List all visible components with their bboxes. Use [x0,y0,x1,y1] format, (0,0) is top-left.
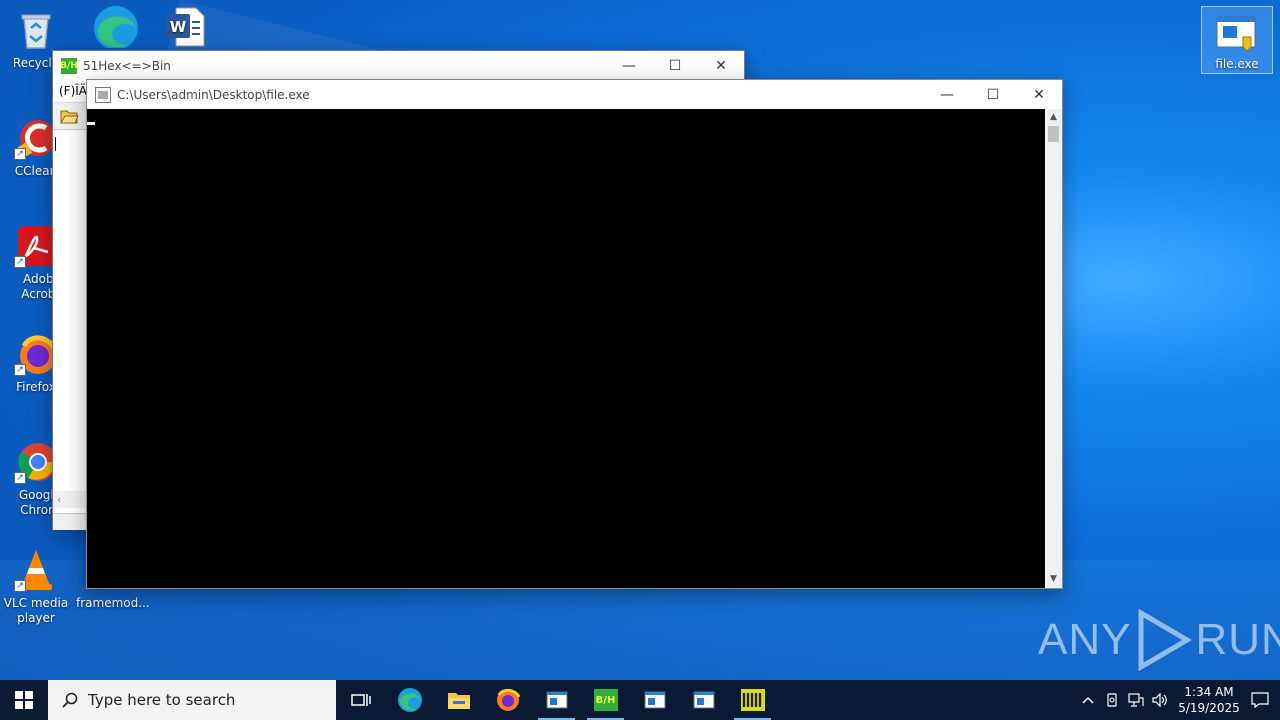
play-logo-icon [1138,609,1193,671]
console-app-icon [95,86,111,103]
search-placeholder: Type here to search [88,691,236,709]
vertical-scrollbar[interactable]: ▲ ▼ [1045,109,1062,588]
network-icon[interactable] [1124,680,1148,720]
shortcut-arrow-icon: ↗ [14,256,26,268]
recycle-bin-icon [14,8,58,52]
clock-time: 1:34 AM [1184,685,1234,699]
taskbar-app-window-2[interactable] [630,680,679,720]
desktop-icon-edge[interactable] [76,4,148,52]
hex-window-title: 51Hex<=>Bin [83,58,171,73]
watermark-text-left: ANY [1038,615,1132,664]
text-caret [55,137,56,151]
minimize-button[interactable]: — [924,80,970,109]
desktop-icon-label: framemod... [76,596,150,610]
close-button[interactable]: ✕ [698,51,744,80]
shortcut-arrow-icon: ↗ [14,148,26,160]
console-titlebar[interactable]: C:\Users\admin\Desktop\file.exe — ☐ ✕ [87,80,1062,109]
taskbar-search-box[interactable]: Type here to search [48,680,336,720]
hex-app-icon: B/H [593,689,618,711]
device-icon[interactable] [1100,680,1124,720]
notification-icon[interactable] [1240,680,1280,720]
edge-icon [397,688,422,712]
minimize-button[interactable]: — [606,51,652,80]
scroll-down-arrow-icon[interactable]: ▼ [1045,571,1062,588]
anyrun-watermark: ANY RUN [1038,608,1280,672]
menu-file[interactable]: (F)ÎÄ [59,84,87,98]
console-app-icon [740,689,765,711]
taskbar-clock[interactable]: 1:34 AM 5/19/2025 [1178,684,1240,716]
word-icon: W [162,4,206,48]
console-output-area[interactable] [87,109,1046,588]
maximize-button[interactable]: ☐ [970,80,1016,109]
vlc-icon: ↗ [14,548,58,592]
desktop-icon-vlc[interactable]: ↗ VLC media player [0,548,72,626]
taskbar-app-console[interactable] [728,680,777,720]
console-window: C:\Users\admin\Desktop\file.exe — ☐ ✕ ▲ … [86,79,1063,589]
desktop-icon-label: file.exe [1215,57,1259,71]
close-button[interactable]: ✕ [1016,80,1062,109]
hex-window-titlebar[interactable]: B/H 51Hex<=>Bin — ☐ ✕ [53,51,744,80]
window-app-icon [546,691,567,709]
volume-icon[interactable] [1148,680,1172,720]
chevron-up-icon[interactable] [1076,680,1100,720]
folder-icon [447,693,470,709]
desktop-icon-word[interactable]: W [148,4,220,52]
watermark-text-right: RUN [1195,615,1280,664]
taskbar-firefox[interactable] [483,680,532,720]
open-folder-icon[interactable] [59,107,79,125]
windows-logo-icon [15,691,33,709]
scroll-up-arrow-icon[interactable]: ▲ [1045,109,1062,126]
hex-app-icon-text: B/H [60,60,78,71]
console-window-title: C:\Users\admin\Desktop\file.exe [117,87,310,102]
firefox-icon [496,688,520,711]
search-icon [62,692,78,708]
taskbar-app-window-1[interactable] [532,680,581,720]
window-app-icon [644,691,665,709]
exe-file-icon [1215,13,1259,53]
hex-app-icon: B/H [60,57,78,74]
desktop-icon-file-exe[interactable]: file.exe [1201,6,1273,74]
scrollbar-thumb[interactable] [1048,126,1059,142]
shortcut-arrow-icon: ↗ [14,472,26,484]
console-cursor [87,122,95,125]
taskbar: Type here to search B/H 1:34 AM 5/19/202… [0,680,1280,720]
window-app-icon [693,691,714,709]
taskbar-hex-bin[interactable]: B/H [581,680,630,720]
clock-date: 5/19/2025 [1178,701,1240,715]
taskbar-app-window-3[interactable] [679,680,728,720]
task-view-button[interactable] [336,680,385,720]
task-view-icon [350,694,371,706]
hex-app-icon-text: B/H [595,694,616,706]
maximize-button[interactable]: ☐ [652,51,698,80]
shortcut-arrow-icon: ↗ [14,580,26,592]
start-button[interactable] [0,680,48,720]
taskbar-edge[interactable] [385,680,434,720]
shortcut-arrow-icon: ↗ [14,364,26,376]
svg-text:W: W [170,18,187,36]
system-tray: 1:34 AM 5/19/2025 [1076,680,1280,720]
horizontal-scrollbar[interactable]: ‹ [53,491,87,508]
edge-icon [90,4,138,50]
desktop-icon-label: VLC media player [3,596,69,625]
taskbar-file-explorer[interactable] [434,680,483,720]
